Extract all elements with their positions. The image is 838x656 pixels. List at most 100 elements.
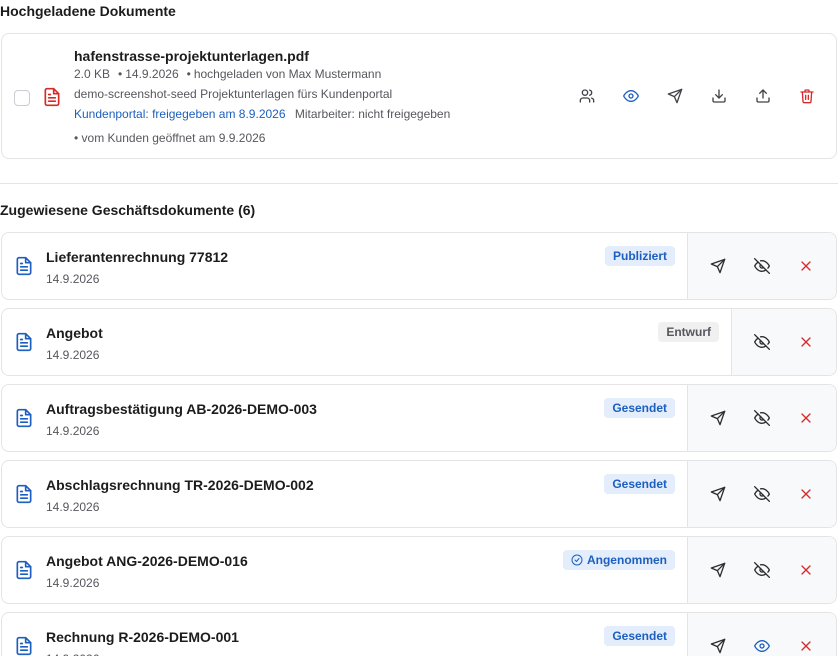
share-status: Kundenportal: freigegeben am 8.9.2026 Mi… — [74, 107, 450, 121]
close-icon — [801, 413, 811, 423]
send-button[interactable] — [706, 254, 730, 278]
toggle-visibility-button[interactable] — [750, 482, 774, 506]
remove-button[interactable] — [794, 634, 818, 656]
download-icon — [712, 89, 726, 103]
document-row[interactable]: Rechnung R-2026-DEMO-001 14.9.2026 Gesende… — [1, 612, 837, 656]
upload-icon — [756, 89, 770, 103]
document-row[interactable]: Auftragsbestätigung AB-2026-DEMO-003 14.9… — [1, 384, 837, 452]
send-icon — [667, 88, 683, 104]
remove-button[interactable] — [794, 406, 818, 430]
file-date: 14.9.2026 — [125, 67, 179, 81]
send-button[interactable] — [706, 558, 730, 582]
document-icon — [16, 256, 32, 276]
portal-label[interactable]: Kundenportal: — [74, 107, 149, 121]
toggle-visibility-button[interactable] — [750, 406, 774, 430]
document-row[interactable]: Abschlagsrechnung TR-2026-DEMO-002 14.9.2… — [1, 460, 837, 528]
close-icon — [801, 337, 811, 347]
file-description: demo-screenshot-seed Projektunterlagen f… — [74, 87, 393, 101]
status-badge: Angenommen — [562, 550, 675, 570]
users-icon — [579, 89, 595, 103]
document-title[interactable]: Angebot — [46, 325, 103, 341]
file-meta: 2.0 KB • 14.9.2026 • hochgeladen von Max Mus… — [74, 67, 382, 81]
document-row[interactable]: Angebot 14.9.2026 Entwurf — [1, 308, 837, 376]
eye-icon — [623, 90, 639, 102]
document-icon — [16, 332, 32, 352]
row-actions — [687, 613, 836, 656]
send-button[interactable] — [663, 84, 687, 108]
status-badge: Gesendet — [604, 626, 675, 646]
document-date: 14.9.2026 — [46, 576, 100, 590]
document-title[interactable]: Auftragsbestätigung AB-2026-DEMO-003 — [46, 401, 317, 417]
toggle-visibility-button[interactable] — [750, 558, 774, 582]
toggle-visibility-button[interactable] — [619, 84, 643, 108]
download-button[interactable] — [707, 84, 731, 108]
section-divider — [0, 183, 838, 184]
send-icon — [710, 258, 726, 274]
row-actions — [687, 537, 836, 603]
portal-status[interactable]: freigegeben am 8.9.2026 — [152, 107, 285, 121]
remove-button[interactable] — [794, 254, 818, 278]
eye-icon — [754, 640, 770, 652]
send-button[interactable] — [706, 482, 730, 506]
send-icon — [710, 486, 726, 502]
status-badge: Gesendet — [604, 398, 675, 418]
document-date: 14.9.2026 — [46, 348, 100, 362]
send-icon — [710, 410, 726, 426]
pdf-file-icon — [44, 87, 60, 107]
close-icon — [801, 565, 811, 575]
close-icon — [801, 489, 811, 499]
remove-button[interactable] — [794, 482, 818, 506]
delete-button[interactable] — [795, 84, 819, 108]
document-title[interactable]: Abschlagsrechnung TR-2026-DEMO-002 — [46, 477, 314, 493]
status-badge: Entwurf — [658, 322, 719, 342]
trash-icon — [800, 89, 814, 104]
send-button[interactable] — [706, 406, 730, 430]
row-actions — [731, 309, 836, 375]
document-title[interactable]: Rechnung R-2026-DEMO-001 — [46, 629, 239, 645]
upload-button[interactable] — [751, 84, 775, 108]
close-icon — [801, 261, 811, 271]
status-badge: Gesendet — [604, 474, 675, 494]
document-date: 14.9.2026 — [46, 424, 100, 438]
document-icon — [16, 484, 32, 504]
send-icon — [710, 638, 726, 654]
eye-off-icon — [754, 334, 770, 350]
document-icon — [16, 560, 32, 580]
business-section-title: Zugewiesene Geschäftsdokumente (6) — [0, 202, 256, 218]
document-icon — [16, 636, 32, 656]
eye-off-icon — [754, 258, 770, 274]
remove-button[interactable] — [794, 558, 818, 582]
document-row[interactable]: Lieferantenrechnung 77812 14.9.2026 Publiz… — [1, 232, 837, 300]
row-actions — [687, 385, 836, 451]
eye-off-icon — [754, 562, 770, 578]
document-row[interactable]: Angebot ANG-2026-DEMO-016 14.9.2026 Angeno… — [1, 536, 837, 604]
toggle-visibility-button[interactable] — [750, 634, 774, 656]
uploaded-section-title: Hochgeladene Dokumente — [0, 3, 176, 19]
remove-button[interactable] — [794, 330, 818, 354]
document-date: 14.9.2026 — [46, 500, 100, 514]
eye-off-icon — [754, 410, 770, 426]
status-badge: Publiziert — [604, 246, 675, 266]
file-name[interactable]: hafenstrasse-projektunterlagen.pdf — [74, 48, 309, 64]
document-title[interactable]: Angebot ANG-2026-DEMO-016 — [46, 553, 248, 569]
document-date: 14.9.2026 — [46, 652, 99, 656]
row-actions — [687, 461, 836, 527]
row-actions — [687, 233, 836, 299]
file-uploader: hochgeladen von Max Mustermann — [193, 67, 382, 81]
check-circle-icon — [571, 554, 583, 566]
send-icon — [710, 562, 726, 578]
toggle-visibility-button[interactable] — [750, 330, 774, 354]
send-button[interactable] — [706, 634, 730, 656]
toggle-visibility-button[interactable] — [750, 254, 774, 278]
document-icon — [16, 408, 32, 428]
opened-status: • vom Kunden geöffnet am 9.9.2026 — [74, 131, 266, 145]
staff-status: Mitarbeiter: nicht freigegeben — [294, 107, 451, 121]
close-icon — [801, 641, 811, 651]
select-checkbox[interactable] — [14, 90, 30, 106]
file-size: 2.0 KB — [74, 67, 111, 81]
document-title[interactable]: Lieferantenrechnung 77812 — [46, 249, 228, 265]
document-date: 14.9.2026 — [46, 272, 100, 286]
share-staff-button[interactable] — [575, 84, 599, 108]
eye-off-icon — [754, 486, 770, 502]
uploaded-document-card: hafenstrasse-projektunterlagen.pdf 2.0 K… — [1, 33, 837, 159]
